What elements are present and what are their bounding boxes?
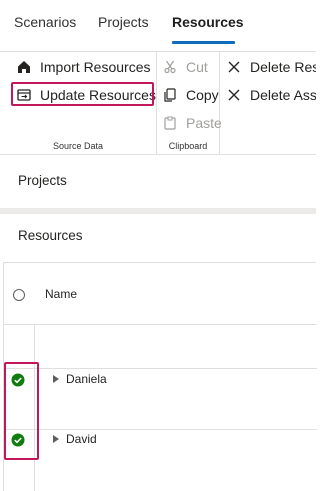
tab-projects[interactable]: Projects (98, 14, 149, 30)
select-all-radio[interactable] (13, 289, 25, 301)
grid-header: Name (4, 263, 317, 325)
clipboard-group-label: Clipboard (168, 141, 208, 151)
section-separator (0, 208, 316, 214)
home-icon (16, 59, 32, 75)
source-data-group-label: Source Data (52, 141, 104, 151)
table-row[interactable]: David (4, 429, 317, 451)
cut-label: Cut (186, 59, 208, 75)
resource-name: Daniela (66, 372, 107, 386)
delete-assignment-button[interactable]: Delete Assi (226, 83, 316, 107)
tab-scenarios[interactable]: Scenarios (14, 14, 76, 30)
paste-icon (162, 115, 178, 131)
resources-section-header[interactable]: Resources (18, 228, 83, 243)
delete-assignment-label: Delete Assi (250, 87, 316, 103)
delete-resource-button[interactable]: Delete Reso (226, 55, 316, 79)
update-resources-highlight (11, 82, 154, 106)
copy-button[interactable]: Copy (162, 83, 219, 107)
close-icon (226, 87, 242, 103)
top-tab-bar: Scenarios Projects Resources (0, 0, 316, 51)
resources-grid: Name Daniela David (3, 262, 317, 491)
active-tab-indicator (172, 41, 235, 44)
delete-group: Delete Reso Delete Assi (220, 52, 316, 155)
paste-button[interactable]: Paste (162, 111, 222, 135)
name-column-header[interactable]: Name (45, 287, 77, 301)
copy-icon (162, 87, 178, 103)
status-column-highlight (4, 362, 39, 460)
delete-resource-label: Delete Reso (250, 59, 316, 75)
scissors-icon (162, 59, 178, 75)
import-resources-button[interactable]: Import Resources (16, 55, 150, 79)
close-icon (226, 59, 242, 75)
cut-button[interactable]: Cut (162, 55, 208, 79)
projects-section-header[interactable]: Projects (18, 173, 67, 188)
clipboard-group: Cut Copy Paste Clipboard (157, 52, 222, 155)
copy-label: Copy (186, 87, 219, 103)
expand-caret-icon[interactable] (53, 375, 59, 383)
import-resources-label: Import Resources (40, 59, 151, 75)
resource-name: David (66, 432, 97, 446)
expand-caret-icon[interactable] (53, 435, 59, 443)
tab-resources[interactable]: Resources (172, 14, 244, 30)
table-row[interactable]: Daniela (4, 369, 317, 391)
paste-label: Paste (186, 115, 222, 131)
